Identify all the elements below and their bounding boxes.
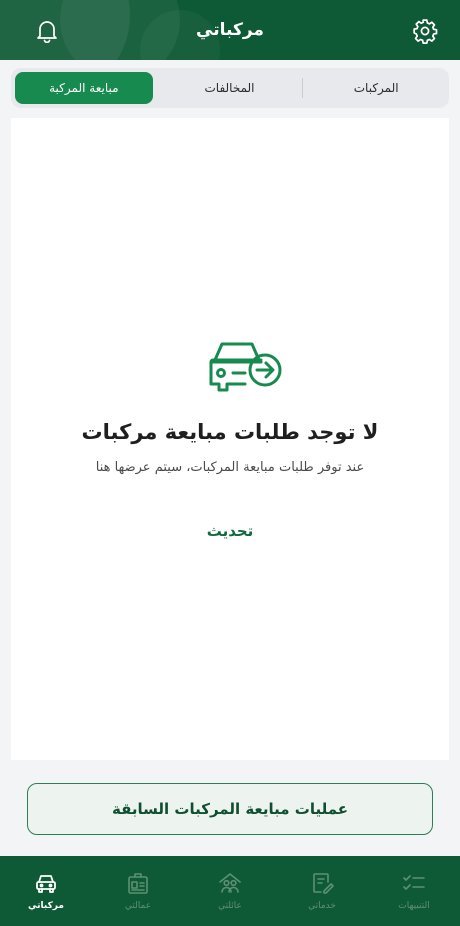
previous-sales-label: عمليات مبايعة المركبات السابقة	[111, 800, 349, 818]
nav-item-family[interactable]: عائلتي	[184, 856, 276, 926]
empty-state-title: لا توجد طلبات مبايعة مركبات	[81, 420, 379, 444]
app-header: مركباتي	[0, 0, 460, 60]
nav-label: مركباتي	[28, 901, 64, 911]
checklist-icon	[403, 875, 425, 890]
nav-item-services[interactable]: خدماتي	[276, 856, 368, 926]
nav-item-workers[interactable]: عمالتي	[92, 856, 184, 926]
tab-label: مبايعة المركبة	[49, 81, 119, 95]
edit-document-icon	[313, 873, 334, 894]
previous-sales-button[interactable]: عمليات مبايعة المركبات السابقة	[27, 783, 433, 835]
tab-vehicle-sale[interactable]: مبايعة المركبة	[14, 72, 153, 104]
content-panel: لا توجد طلبات مبايعة مركبات عند توفر طلب…	[11, 118, 449, 760]
car-icon	[36, 875, 56, 893]
bell-icon[interactable]	[34, 18, 60, 44]
nav-item-notifications[interactable]: التنبيهات	[368, 856, 460, 926]
nav-label: التنبيهات	[398, 901, 430, 911]
car-transfer-icon	[207, 336, 287, 394]
worker-id-icon	[128, 873, 148, 894]
tab-divider	[302, 78, 304, 98]
tab-label: المركبات	[353, 81, 399, 95]
tab-vehicles[interactable]: المركبات	[307, 72, 445, 104]
nav-label: خدماتي	[308, 901, 336, 911]
page-title: مركباتي	[196, 20, 264, 40]
bottom-nav: التنبيهات خدماتي عائلتي عمالتي مركباتي	[0, 856, 460, 926]
segmented-tabs: المركبات المخالفات مبايعة المركبة	[11, 68, 449, 108]
refresh-link[interactable]: تحديث	[181, 522, 279, 540]
tab-violations[interactable]: المخالفات	[161, 72, 299, 104]
nav-item-vehicles[interactable]: مركباتي	[0, 856, 92, 926]
gear-icon[interactable]	[412, 18, 438, 44]
tab-label: المخالفات	[204, 81, 255, 95]
family-icon	[219, 873, 241, 893]
nav-label: عمالتي	[124, 901, 152, 911]
empty-state-subtitle: عند توفر طلبات مبايعة المركبات، سيتم عرض…	[95, 460, 365, 475]
nav-label: عائلتي	[218, 901, 242, 911]
